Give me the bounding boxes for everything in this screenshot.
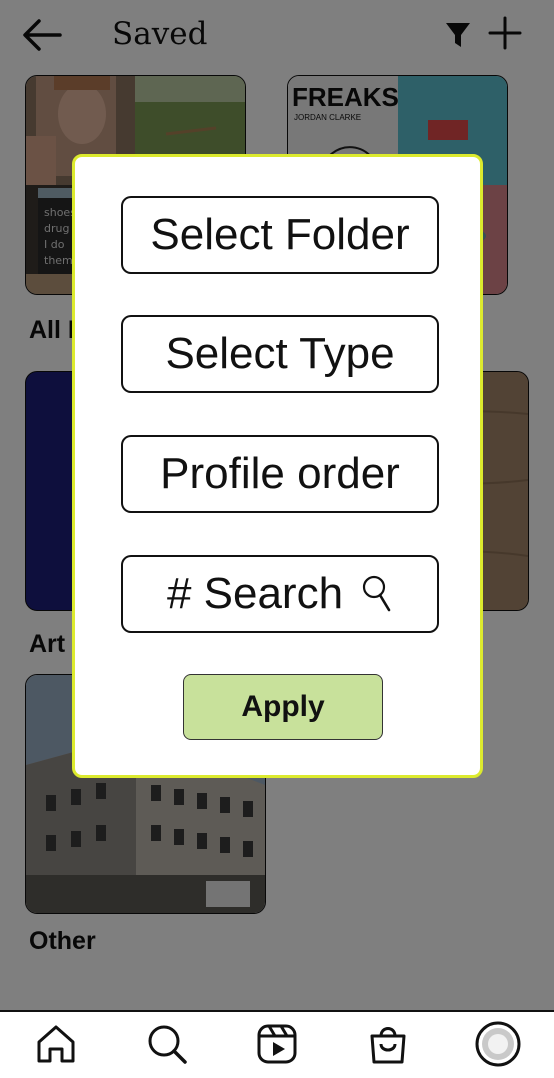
magnifier-icon (362, 575, 391, 612)
select-folder-button[interactable]: Select Folder (121, 196, 439, 274)
shopping-bag-icon[interactable] (366, 1022, 410, 1066)
hashtag-search-label: # Search (166, 569, 344, 618)
search-icon[interactable] (145, 1022, 189, 1066)
select-type-button[interactable]: Select Type (121, 315, 439, 393)
home-icon[interactable] (34, 1022, 78, 1066)
hashtag-search-field[interactable]: # Search (121, 555, 439, 633)
reels-icon[interactable] (255, 1022, 299, 1066)
saved-screen: Saved shoes drug I do them (0, 0, 554, 1078)
profile-order-button[interactable]: Profile order (121, 435, 439, 513)
filter-modal: Select Folder Select Type Profile order … (72, 154, 483, 778)
apply-button[interactable]: Apply (183, 674, 383, 740)
profile-avatar-icon[interactable] (474, 1020, 522, 1068)
bottom-nav-bar (0, 1010, 554, 1078)
